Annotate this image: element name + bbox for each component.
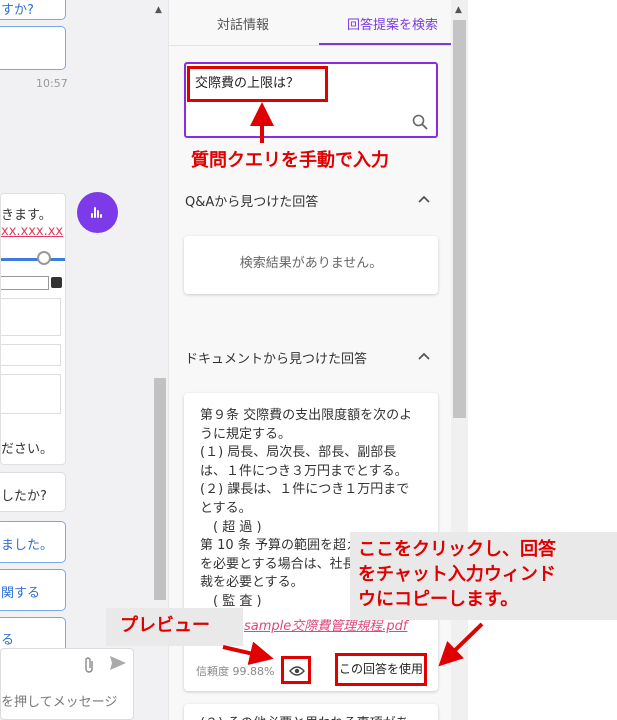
annotation-copy-line: ここをクリックし、回答 (358, 539, 556, 560)
chat-option-done[interactable]: ました。 (0, 521, 66, 563)
bot-message-text: きます。 (1, 208, 52, 223)
paperclip-icon[interactable] (83, 656, 95, 678)
doc-line: (２) 課長は、１件につき１万円までとする。 (200, 482, 410, 516)
chat-option-done-text: ました。 (1, 538, 54, 553)
chat-input-bar[interactable]: を押してメッセージ (0, 648, 134, 720)
chat-bubble-question-text: したか? (1, 489, 47, 504)
zoom-slider[interactable] (1, 258, 65, 261)
doc-line: (１) 局長、局次長、部長、副部長は、１件につき３万円までとする。 (200, 445, 408, 479)
next-document-text: (２) その他必要と思われる事項があ (200, 712, 409, 720)
bot-message-link[interactable]: xx.xxx.xx (1, 224, 63, 239)
voice-button[interactable] (77, 192, 118, 233)
zoom-slider-knob[interactable] (37, 251, 51, 265)
message-timestamp: 10:57 (36, 77, 68, 90)
chat-input-placeholder: を押してメッセージ (1, 695, 118, 710)
bot-message-card: きます。 xx.xxx.xx ださい。 (0, 193, 66, 465)
annotation-manual-query: 質問クエリを手動で入力 (191, 150, 389, 171)
chat-scrollbar[interactable]: ▲ (152, 0, 168, 610)
annotation-copy-line: をチャット入力ウィンド (358, 564, 556, 585)
form-textarea-2[interactable] (1, 374, 61, 414)
chat-bubble-top-text: すか? (1, 3, 34, 18)
scroll-up-arrow-icon[interactable]: ▲ (155, 5, 162, 15)
tab-conversation-info[interactable]: 対話情報 (217, 14, 269, 33)
form-field[interactable] (1, 276, 49, 290)
active-tab-indicator (319, 43, 452, 45)
chat-option-action-text: 関する (1, 586, 41, 601)
doc-line: 第９条 交際費の支出限度額を次のように規定する。 (200, 408, 413, 442)
bot-message-form-area (1, 228, 65, 418)
tab-divider (169, 45, 452, 46)
chat-option-ru-text: る (1, 633, 15, 648)
chat-scrollbar-thumb[interactable] (154, 378, 166, 600)
form-field-button[interactable] (51, 277, 62, 288)
chat-bubble-top[interactable]: すか? (0, 0, 66, 20)
doc-section-title: ドキュメントから見つけた回答 (185, 352, 368, 367)
use-answer-button[interactable]: この回答を使用 (335, 653, 427, 686)
magnifier-icon[interactable] (412, 114, 428, 130)
qa-empty-card: 検索結果がありません。 (184, 236, 438, 294)
voice-wave-icon (91, 207, 103, 218)
annotation-copy-callout: ここをクリックし、回答 をチャット入力ウィンド ウにコピーします。 (350, 532, 617, 620)
annotation-preview-callout: プレビュー (106, 608, 243, 646)
send-icon[interactable] (109, 655, 127, 675)
next-document-card: (２) その他必要と思われる事項があ (184, 704, 438, 720)
panel-scrollbar-thumb[interactable] (453, 20, 466, 418)
chevron-up-icon[interactable] (417, 351, 431, 361)
form-textarea[interactable] (1, 298, 61, 336)
preview-button[interactable] (281, 656, 311, 684)
qa-section-title: Q&Aから見つけた回答 (185, 195, 319, 210)
chat-bubble-option[interactable] (0, 26, 66, 70)
scroll-up-arrow-icon[interactable]: ▲ (455, 5, 462, 15)
tab-search-answers[interactable]: 回答提案を検索 (347, 14, 438, 33)
chat-bubble-question: したか? (0, 472, 66, 512)
annotation-copy-line: ウにコピーします。 (358, 589, 519, 610)
chat-option-action[interactable]: 関する (0, 569, 66, 611)
bot-message-please: ださい。 (1, 442, 54, 457)
query-highlight-box (187, 66, 328, 102)
chevron-up-icon[interactable] (417, 194, 431, 204)
eye-icon (289, 666, 305, 676)
confidence-score: 信頼度 99.88% (196, 665, 275, 678)
form-input[interactable] (1, 344, 61, 366)
